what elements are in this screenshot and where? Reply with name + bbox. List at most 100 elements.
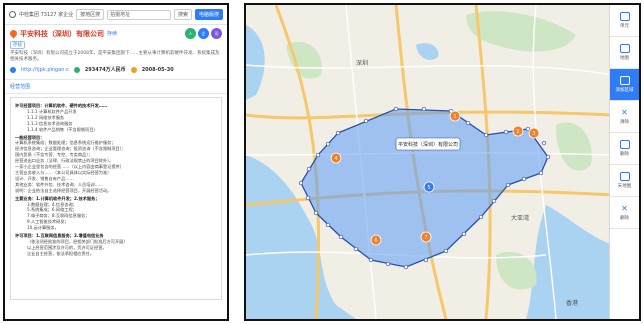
toolbar-label: 天地图 xyxy=(617,184,632,189)
pin-icon xyxy=(619,12,630,21)
toolbar-label: 删除 xyxy=(620,215,629,221)
registered-capital: 293474万人民币 xyxy=(84,67,126,73)
map-marker-number: 7 xyxy=(424,235,427,241)
toolbar-item[interactable]: ✕ 删除 xyxy=(610,197,639,229)
toolbar-label: 删除 xyxy=(620,152,629,157)
region-vertex-handle[interactable] xyxy=(421,106,427,112)
search-bar: 中检集团 73127 家企业 按地区搜 拍摄地址 搜索 电脑版搜 xyxy=(5,5,227,25)
region-vertex-handle[interactable] xyxy=(443,248,449,254)
money-icon xyxy=(73,66,80,73)
calendar-icon xyxy=(130,66,137,73)
area-icon xyxy=(619,76,630,85)
company-count: 中检集团 73127 家企业 xyxy=(19,12,74,18)
search-icon xyxy=(9,11,16,18)
map-marker-number: 5 xyxy=(427,185,430,191)
region-vertex-handle[interactable] xyxy=(335,130,341,136)
map-marker-number: 2 xyxy=(516,129,519,135)
region-vertex-handle[interactable] xyxy=(491,198,497,204)
map-marker[interactable]: 6 xyxy=(370,234,382,246)
map-marker[interactable]: 1 xyxy=(449,110,461,122)
map-marker-number: 1 xyxy=(453,114,456,120)
region-vertex-handle[interactable] xyxy=(305,195,311,201)
toolbar-item[interactable]: 删除 xyxy=(610,133,639,165)
status-chip: 存续 xyxy=(10,41,25,49)
region-vertex-handle[interactable] xyxy=(465,120,471,126)
toolbar-item[interactable]: 单元 xyxy=(610,5,639,37)
toolbar-item[interactable]: 天地图 xyxy=(610,165,639,197)
map-toolbar: 单元 地图 添加区域 ✕ 清除 删除 天地图 ✕ 删除 xyxy=(609,5,639,319)
company-meta: http://tjpk.pingan.c 293474万人民币 2008-05-… xyxy=(10,66,222,73)
region-vertex-handle[interactable] xyxy=(363,118,369,124)
map-marker[interactable]: 2 xyxy=(512,125,524,137)
company-detail-panel: 中检集团 73127 家企业 按地区搜 拍摄地址 搜索 电脑版搜 平安科技（深圳… xyxy=(3,3,229,321)
map-canvas[interactable]: 1 2 3 4 5 6 7 平安科技（深圳）有限公司 大亚湾 深圳 香港 xyxy=(246,5,613,319)
badge-company[interactable]: 司 xyxy=(211,28,222,39)
region-vertex-handle[interactable] xyxy=(541,140,547,146)
map-marker[interactable]: 7 xyxy=(420,231,432,243)
scope-line: 10.云计算服务。 xyxy=(27,225,59,231)
toolbar-item[interactable]: 添加区域 xyxy=(610,69,639,101)
globe-icon xyxy=(10,66,16,73)
region-vertex-handle[interactable] xyxy=(503,129,509,135)
scope-line: 企业自主经营，依法承担相应责任。 xyxy=(27,250,95,256)
business-scope-text: 许可经营项目：计算机软件、硬件的技术开发…… 1.1.1 计算机软件产品开发 1.1… xyxy=(10,97,222,300)
place-label: 深圳 xyxy=(356,59,368,67)
region-vertex-handle[interactable] xyxy=(325,222,331,228)
map-marker[interactable]: 4 xyxy=(330,152,342,164)
toolbar-item[interactable]: ✕ 清除 xyxy=(610,101,639,133)
scope-section-title: 经营范围 xyxy=(5,79,227,94)
scope-line: 说明：企业依法自主选择经营项目，开展经营活动。 xyxy=(15,187,112,193)
region-vertex-handle[interactable] xyxy=(325,141,331,147)
region-vertex-handle[interactable] xyxy=(353,246,359,252)
delete-icon xyxy=(619,140,630,149)
location-pin-icon xyxy=(8,28,19,39)
toolbar-label: 清除 xyxy=(620,119,629,125)
toolbar-item[interactable]: 地图 xyxy=(610,37,639,69)
badge-person[interactable]: 人 xyxy=(185,28,196,39)
map-marker-number: 3 xyxy=(532,131,535,137)
filter-select[interactable]: 搜索 xyxy=(173,9,192,20)
toolbar-label: 添加区域 xyxy=(615,88,634,93)
scope-select[interactable]: 按地区搜 xyxy=(76,9,105,20)
company-description: 平安科技（深圳）有限公司成立于2008年，是平安集团旗下……主要从事计算机软硬件… xyxy=(10,51,220,62)
region-vertex-handle[interactable] xyxy=(338,234,344,240)
map-panel: 1 2 3 4 5 6 7 平安科技（深圳）有限公司 大亚湾 深圳 香港 单元 地图 添加区域 ✕… xyxy=(244,3,641,321)
close-icon: ✕ xyxy=(621,107,628,117)
map-marker[interactable]: 3 xyxy=(528,127,540,139)
map-marker[interactable]: 5 xyxy=(423,181,435,193)
map-company-label: 平安科技（深圳）有限公司 xyxy=(398,141,458,148)
search-button[interactable]: 电脑版搜 xyxy=(194,9,223,20)
search-input[interactable]: 拍摄地址 xyxy=(107,9,171,20)
region-vertex-handle[interactable] xyxy=(313,210,319,216)
layer-icon xyxy=(619,172,630,181)
region-vertex-handle[interactable] xyxy=(403,264,409,270)
region-vertex-handle[interactable] xyxy=(298,180,304,186)
region-vertex-handle[interactable] xyxy=(538,170,544,176)
region-vertex-handle[interactable] xyxy=(505,182,511,188)
region-vertex-handle[interactable] xyxy=(478,214,484,220)
region-vertex-handle[interactable] xyxy=(315,152,321,158)
company-label-box: 平安科技（深圳）有限公司 xyxy=(395,137,461,151)
region-vertex-handle[interactable] xyxy=(368,257,374,263)
region-vertex-handle[interactable] xyxy=(423,257,429,263)
region-vertex-handle[interactable] xyxy=(385,261,391,267)
founded-date: 2008-05-30 xyxy=(141,66,174,73)
scope-line: 1.1.4 软件产品销售（不含限制项目） xyxy=(27,126,98,132)
region-vertex-handle[interactable] xyxy=(545,154,551,160)
place-label: 香港 xyxy=(566,299,578,307)
company-card: 平安科技（深圳）有限公司 存续 人 企 司 存续 平安科技（深圳）有限公司成立于… xyxy=(5,25,227,75)
region-vertex-handle[interactable] xyxy=(521,176,527,182)
region-vertex-handle[interactable] xyxy=(483,132,489,138)
region-vertex-handle[interactable] xyxy=(461,231,467,237)
badge-enterprise[interactable]: 企 xyxy=(198,28,209,39)
close-icon: ✕ xyxy=(621,203,628,213)
map-marker-number: 6 xyxy=(374,238,377,244)
status-tag: 存续 xyxy=(107,31,118,37)
map-icon xyxy=(619,44,630,53)
region-vertex-handle[interactable] xyxy=(306,166,312,172)
toolbar-label: 单元 xyxy=(620,24,629,29)
website-link[interactable]: http://tjpk.pingan.c xyxy=(21,67,69,73)
region-vertex-handle[interactable] xyxy=(525,126,531,132)
company-name[interactable]: 平安科技（深圳）有限公司 xyxy=(20,29,104,39)
region-vertex-handle[interactable] xyxy=(393,106,399,112)
